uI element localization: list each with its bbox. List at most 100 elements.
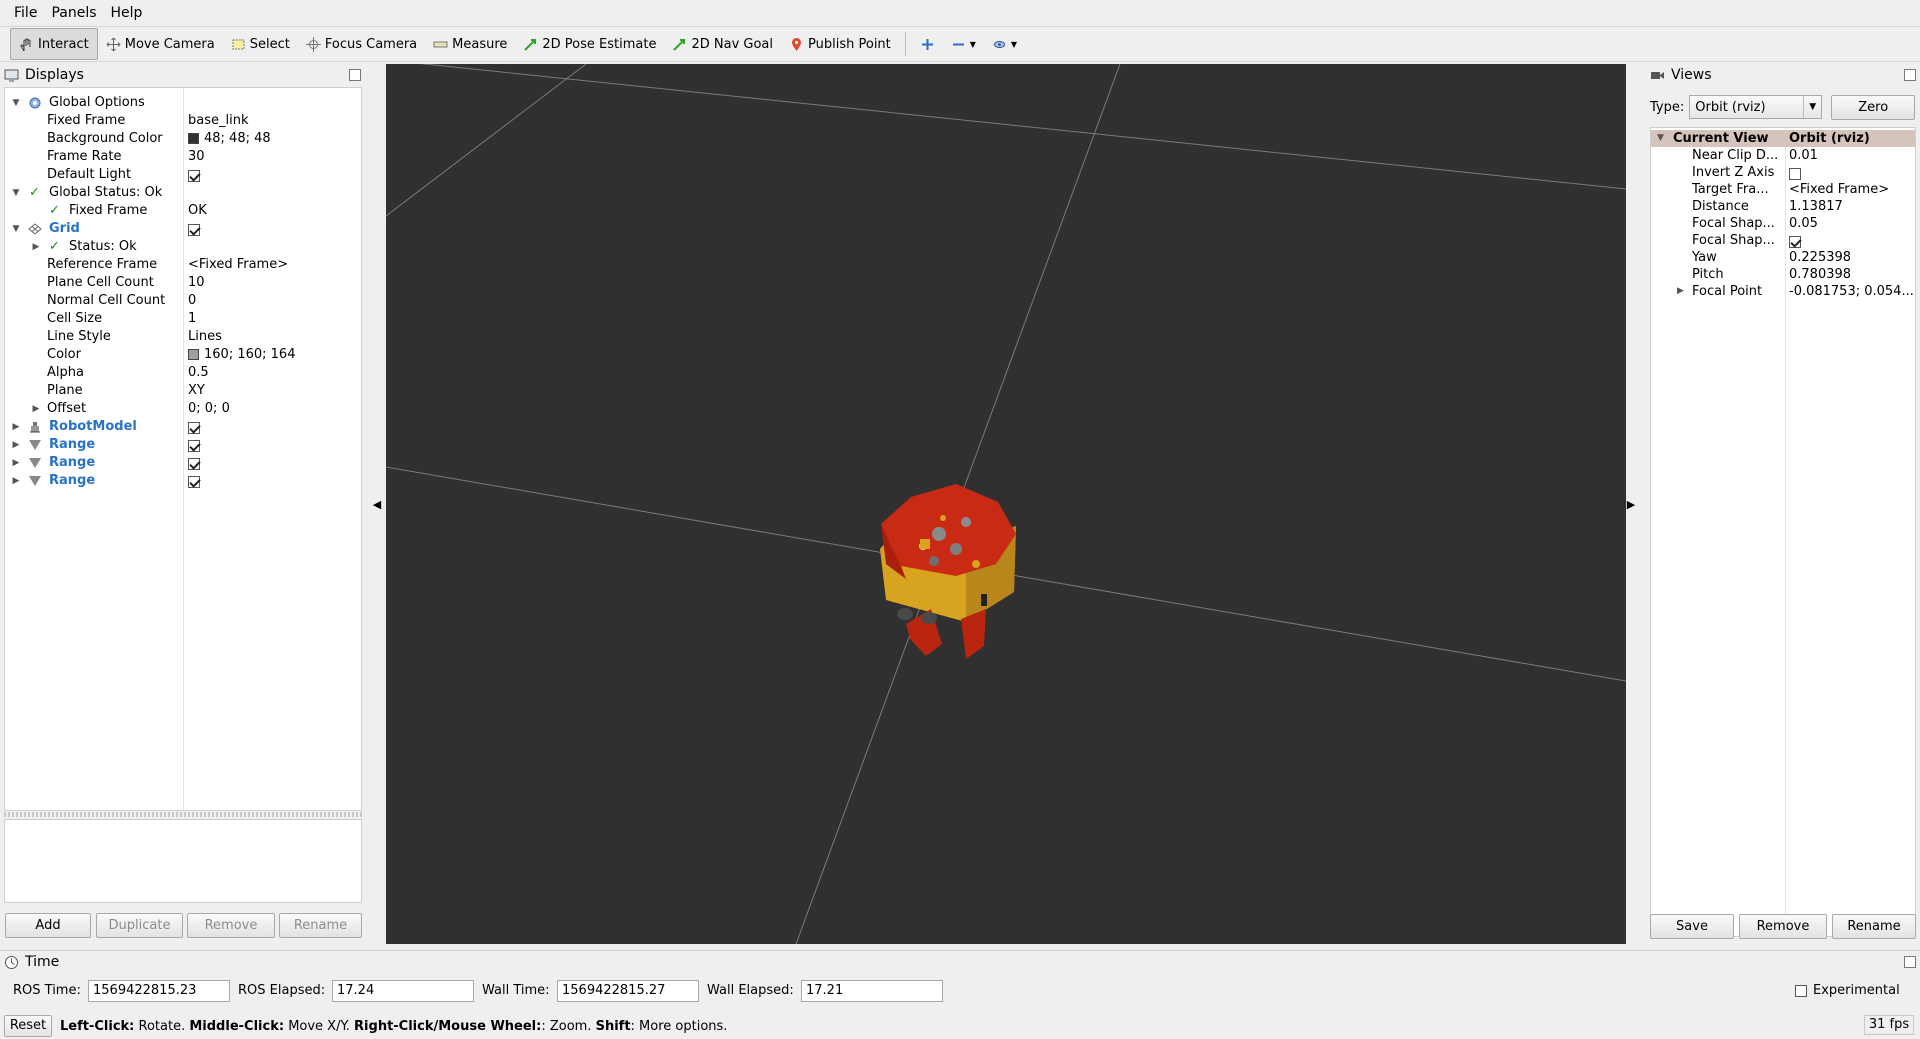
view-prop-row[interactable]: Near Clip D... 0.01 [1651,147,1915,164]
property-value[interactable]: -0.081753; 0.054... [1789,283,1914,300]
menu-file[interactable]: File [0,1,44,25]
tree-row-robot-model[interactable]: ▶ RobotModel [5,418,361,436]
property-value[interactable]: 0.780398 [1789,266,1851,283]
zero-view-button[interactable]: Zero [1831,94,1916,120]
checkbox[interactable] [188,439,200,452]
remove-tool-dropdown[interactable]: ▼ [943,28,984,60]
checkbox[interactable] [1789,235,1801,248]
view-type-select[interactable]: Orbit (rviz) ▼ [1689,95,1823,119]
tree-row-default-light[interactable]: Default Light [5,166,361,184]
focus-camera-tool-button[interactable]: Focus Camera [298,28,425,60]
menu-help[interactable]: Help [104,1,150,25]
pose-estimate-tool-button[interactable]: 2D Pose Estimate [515,28,664,60]
wall-time-field[interactable]: 1569422815.27 [557,980,699,1002]
tree-row-alpha[interactable]: Alpha 0.5 [5,364,361,382]
remove-display-button[interactable]: Remove [187,913,275,938]
tree-row-range[interactable]: ▶ Range [5,472,361,490]
view-prop-row[interactable]: Invert Z Axis [1651,164,1915,181]
chevron-right-icon[interactable]: ▶ [1677,283,1684,300]
panel-splitter[interactable] [4,812,362,817]
chevron-down-icon[interactable]: ▼ [11,220,21,238]
experimental-checkbox[interactable] [1795,985,1807,997]
invert-z-checkbox[interactable] [1789,165,1801,182]
tree-row-global-options[interactable]: ▼ Global Options [5,94,361,112]
rename-display-button[interactable]: Rename [279,913,362,938]
alpha-value[interactable]: 0.5 [188,364,209,382]
chevron-right-icon[interactable]: ▶ [11,454,21,472]
undock-button[interactable] [1904,956,1916,968]
checkbox[interactable] [188,169,200,182]
tree-row-fixed-frame[interactable]: Fixed Frame base_link [5,112,361,130]
checkbox[interactable] [188,457,200,470]
3d-render-viewport[interactable] [386,64,1626,944]
nav-goal-tool-button[interactable]: 2D Nav Goal [664,28,781,60]
property-value[interactable]: <Fixed Frame> [1789,181,1889,198]
property-value[interactable]: 1.13817 [1789,198,1843,215]
add-tool-button[interactable] [912,28,943,60]
range-checkbox[interactable] [188,473,200,491]
checkbox[interactable] [188,223,200,236]
view-prop-row[interactable]: Distance 1.13817 [1651,198,1915,215]
duplicate-display-button[interactable]: Duplicate [96,913,183,938]
offset-value[interactable]: 0; 0; 0 [188,400,230,418]
line-style-value[interactable]: Lines [188,328,222,346]
ros-elapsed-field[interactable]: 17.24 [332,980,474,1002]
checkbox[interactable] [188,421,200,434]
interact-tool-button[interactable]: Interact [10,28,98,60]
chevron-right-icon[interactable]: ▶ [11,472,21,490]
menu-panels[interactable]: Panels [44,1,103,25]
focal-shape-checkbox[interactable] [1789,233,1801,250]
chevron-down-icon[interactable]: ▼ [1657,130,1664,147]
collapse-right-panel-button[interactable]: ▶ [1622,64,1640,944]
view-prop-row[interactable]: Focal Shap... 0.05 [1651,215,1915,232]
range-checkbox[interactable] [188,455,200,473]
tree-row-status-fixed-frame[interactable]: ✓ Fixed Frame OK [5,202,361,220]
tree-row-plane[interactable]: Plane XY [5,382,361,400]
chevron-right-icon[interactable]: ▶ [31,238,41,256]
background-color-value[interactable]: 48; 48; 48 [188,130,271,148]
tree-row-global-status[interactable]: ▼ ✓ Global Status: Ok [5,184,361,202]
grid-color-value[interactable]: 160; 160; 164 [188,346,295,364]
grid-enabled-checkbox[interactable] [188,221,200,239]
move-camera-tool-button[interactable]: Move Camera [98,28,223,60]
default-light-checkbox[interactable] [188,167,200,185]
property-value[interactable]: 0.225398 [1789,249,1851,266]
chevron-down-icon[interactable]: ▼ [11,184,21,202]
view-prop-row[interactable]: Target Fra... <Fixed Frame> [1651,181,1915,198]
view-prop-row[interactable]: ▶ Focal Point -0.081753; 0.054... [1651,283,1915,300]
tree-row-reference-frame[interactable]: Reference Frame <Fixed Frame> [5,256,361,274]
tree-row-background-color[interactable]: Background Color 48; 48; 48 [5,130,361,148]
ros-time-field[interactable]: 1569422815.23 [88,980,230,1002]
tree-row-frame-rate[interactable]: Frame Rate 30 [5,148,361,166]
normal-cell-count-value[interactable]: 0 [188,292,196,310]
remove-view-button[interactable]: Remove [1739,914,1827,939]
robot-model-checkbox[interactable] [188,419,200,437]
range-checkbox[interactable] [188,437,200,455]
property-value[interactable]: 0.05 [1789,215,1818,232]
view-prop-row[interactable]: Pitch 0.780398 [1651,266,1915,283]
frame-rate-value[interactable]: 30 [188,148,205,166]
checkbox[interactable] [188,475,200,488]
chevron-right-icon[interactable]: ▶ [11,418,21,436]
wall-elapsed-field[interactable]: 17.21 [801,980,943,1002]
tree-row-offset[interactable]: ▶ Offset 0; 0; 0 [5,400,361,418]
chevron-right-icon[interactable]: ▶ [31,400,41,418]
collapse-left-panel-button[interactable]: ◀ [368,64,386,944]
tree-row-line-style[interactable]: Line Style Lines [5,328,361,346]
reset-button[interactable]: Reset [4,1015,52,1037]
view-prop-row[interactable]: Focal Shap... [1651,232,1915,249]
measure-tool-button[interactable]: Measure [425,28,515,60]
select-tool-button[interactable]: Select [223,28,298,60]
chevron-right-icon[interactable]: ▶ [11,436,21,454]
tree-row-plane-cell-count[interactable]: Plane Cell Count 10 [5,274,361,292]
checkbox[interactable] [1789,167,1801,180]
view-prop-row[interactable]: Yaw 0.225398 [1651,249,1915,266]
tree-row-cell-size[interactable]: Cell Size 1 [5,310,361,328]
reference-frame-value[interactable]: <Fixed Frame> [188,256,288,274]
plane-cell-count-value[interactable]: 10 [188,274,205,292]
rename-view-button[interactable]: Rename [1832,914,1916,939]
undock-button[interactable] [1904,69,1916,81]
tree-row-grid[interactable]: ▼ Grid [5,220,361,238]
publish-point-tool-button[interactable]: Publish Point [781,28,899,60]
tree-row-range[interactable]: ▶ Range [5,454,361,472]
